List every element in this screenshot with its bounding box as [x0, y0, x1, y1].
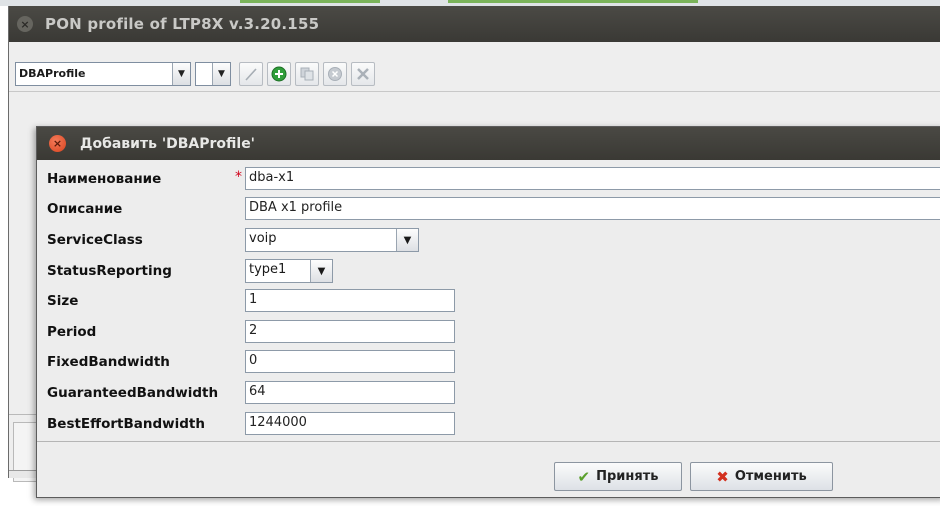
- profile-type-value: DBAProfile: [19, 67, 86, 80]
- chevron-down-icon[interactable]: ▼: [310, 260, 332, 282]
- size-field[interactable]: 1: [245, 289, 455, 312]
- background-progress-segment: [448, 0, 698, 3]
- edit-button[interactable]: [239, 62, 263, 86]
- description-field[interactable]: DBA x1 profile: [245, 197, 940, 220]
- field-label: Наименование: [47, 171, 162, 187]
- best-effort-bandwidth-field[interactable]: 1244000: [245, 412, 455, 435]
- background-progress-segment: [240, 0, 380, 3]
- copy-button[interactable]: [295, 62, 319, 86]
- status-reporting-select[interactable]: type1 ▼: [245, 259, 333, 283]
- guaranteed-bandwidth-field[interactable]: 64: [245, 381, 455, 404]
- profile-select-value: [196, 63, 212, 85]
- service-class-value: voip: [249, 231, 277, 246]
- dialog-title: Добавить 'DBAProfile': [80, 135, 255, 152]
- accept-button-label: Принять: [596, 469, 659, 484]
- dialog-divider: [37, 441, 940, 442]
- field-label: FixedBandwidth: [47, 354, 170, 370]
- name-field[interactable]: dba-x1: [245, 167, 940, 190]
- close-icon[interactable]: ×: [49, 135, 66, 152]
- field-label: ServiceClass: [47, 232, 143, 248]
- field-label: StatusReporting: [47, 263, 172, 279]
- accept-button[interactable]: ✔ Принять: [554, 462, 682, 491]
- profile-type-select[interactable]: DBAProfile ▼: [15, 62, 191, 86]
- status-reporting-value: type1: [249, 262, 287, 277]
- toolbar: DBAProfile ▼ ▼: [9, 42, 940, 92]
- add-profile-dialog: × Добавить 'DBAProfile' Наименование * d…: [36, 126, 940, 498]
- delete-icon: [328, 67, 342, 81]
- field-label: BestEffortBandwidth: [47, 416, 205, 432]
- fixed-bandwidth-field[interactable]: 0: [245, 350, 455, 373]
- delete-button[interactable]: [323, 62, 347, 86]
- cancel-button-label: Отменить: [734, 469, 807, 484]
- chevron-down-icon[interactable]: ▼: [172, 63, 190, 85]
- checkmark-icon: ✔: [577, 467, 591, 486]
- copy-icon: [300, 67, 314, 81]
- chevron-down-icon[interactable]: ▼: [212, 63, 230, 85]
- period-field[interactable]: 2: [245, 320, 455, 343]
- chevron-down-icon[interactable]: ▼: [396, 229, 418, 251]
- field-label: GuaranteedBandwidth: [47, 385, 219, 401]
- remove-x-icon: [357, 68, 369, 80]
- main-title-bar[interactable]: × PON profile of LTP8X v.3.20.155: [9, 6, 940, 42]
- field-label: Описание: [47, 201, 123, 217]
- close-icon[interactable]: ×: [17, 16, 33, 32]
- dialog-title-bar[interactable]: × Добавить 'DBAProfile': [37, 127, 940, 160]
- add-icon: [271, 66, 287, 82]
- required-marker: *: [235, 169, 242, 185]
- remove-button[interactable]: [351, 62, 375, 86]
- field-label: Period: [47, 324, 97, 340]
- add-button[interactable]: [267, 62, 291, 86]
- profile-select[interactable]: ▼: [195, 62, 231, 86]
- field-label: Size: [47, 293, 79, 309]
- service-class-select[interactable]: voip ▼: [245, 228, 419, 252]
- cancel-button[interactable]: ✖ Отменить: [690, 462, 833, 491]
- edit-pencil-icon: [245, 68, 257, 81]
- main-window-title: PON profile of LTP8X v.3.20.155: [45, 15, 320, 33]
- cancel-x-icon: ✖: [716, 467, 729, 486]
